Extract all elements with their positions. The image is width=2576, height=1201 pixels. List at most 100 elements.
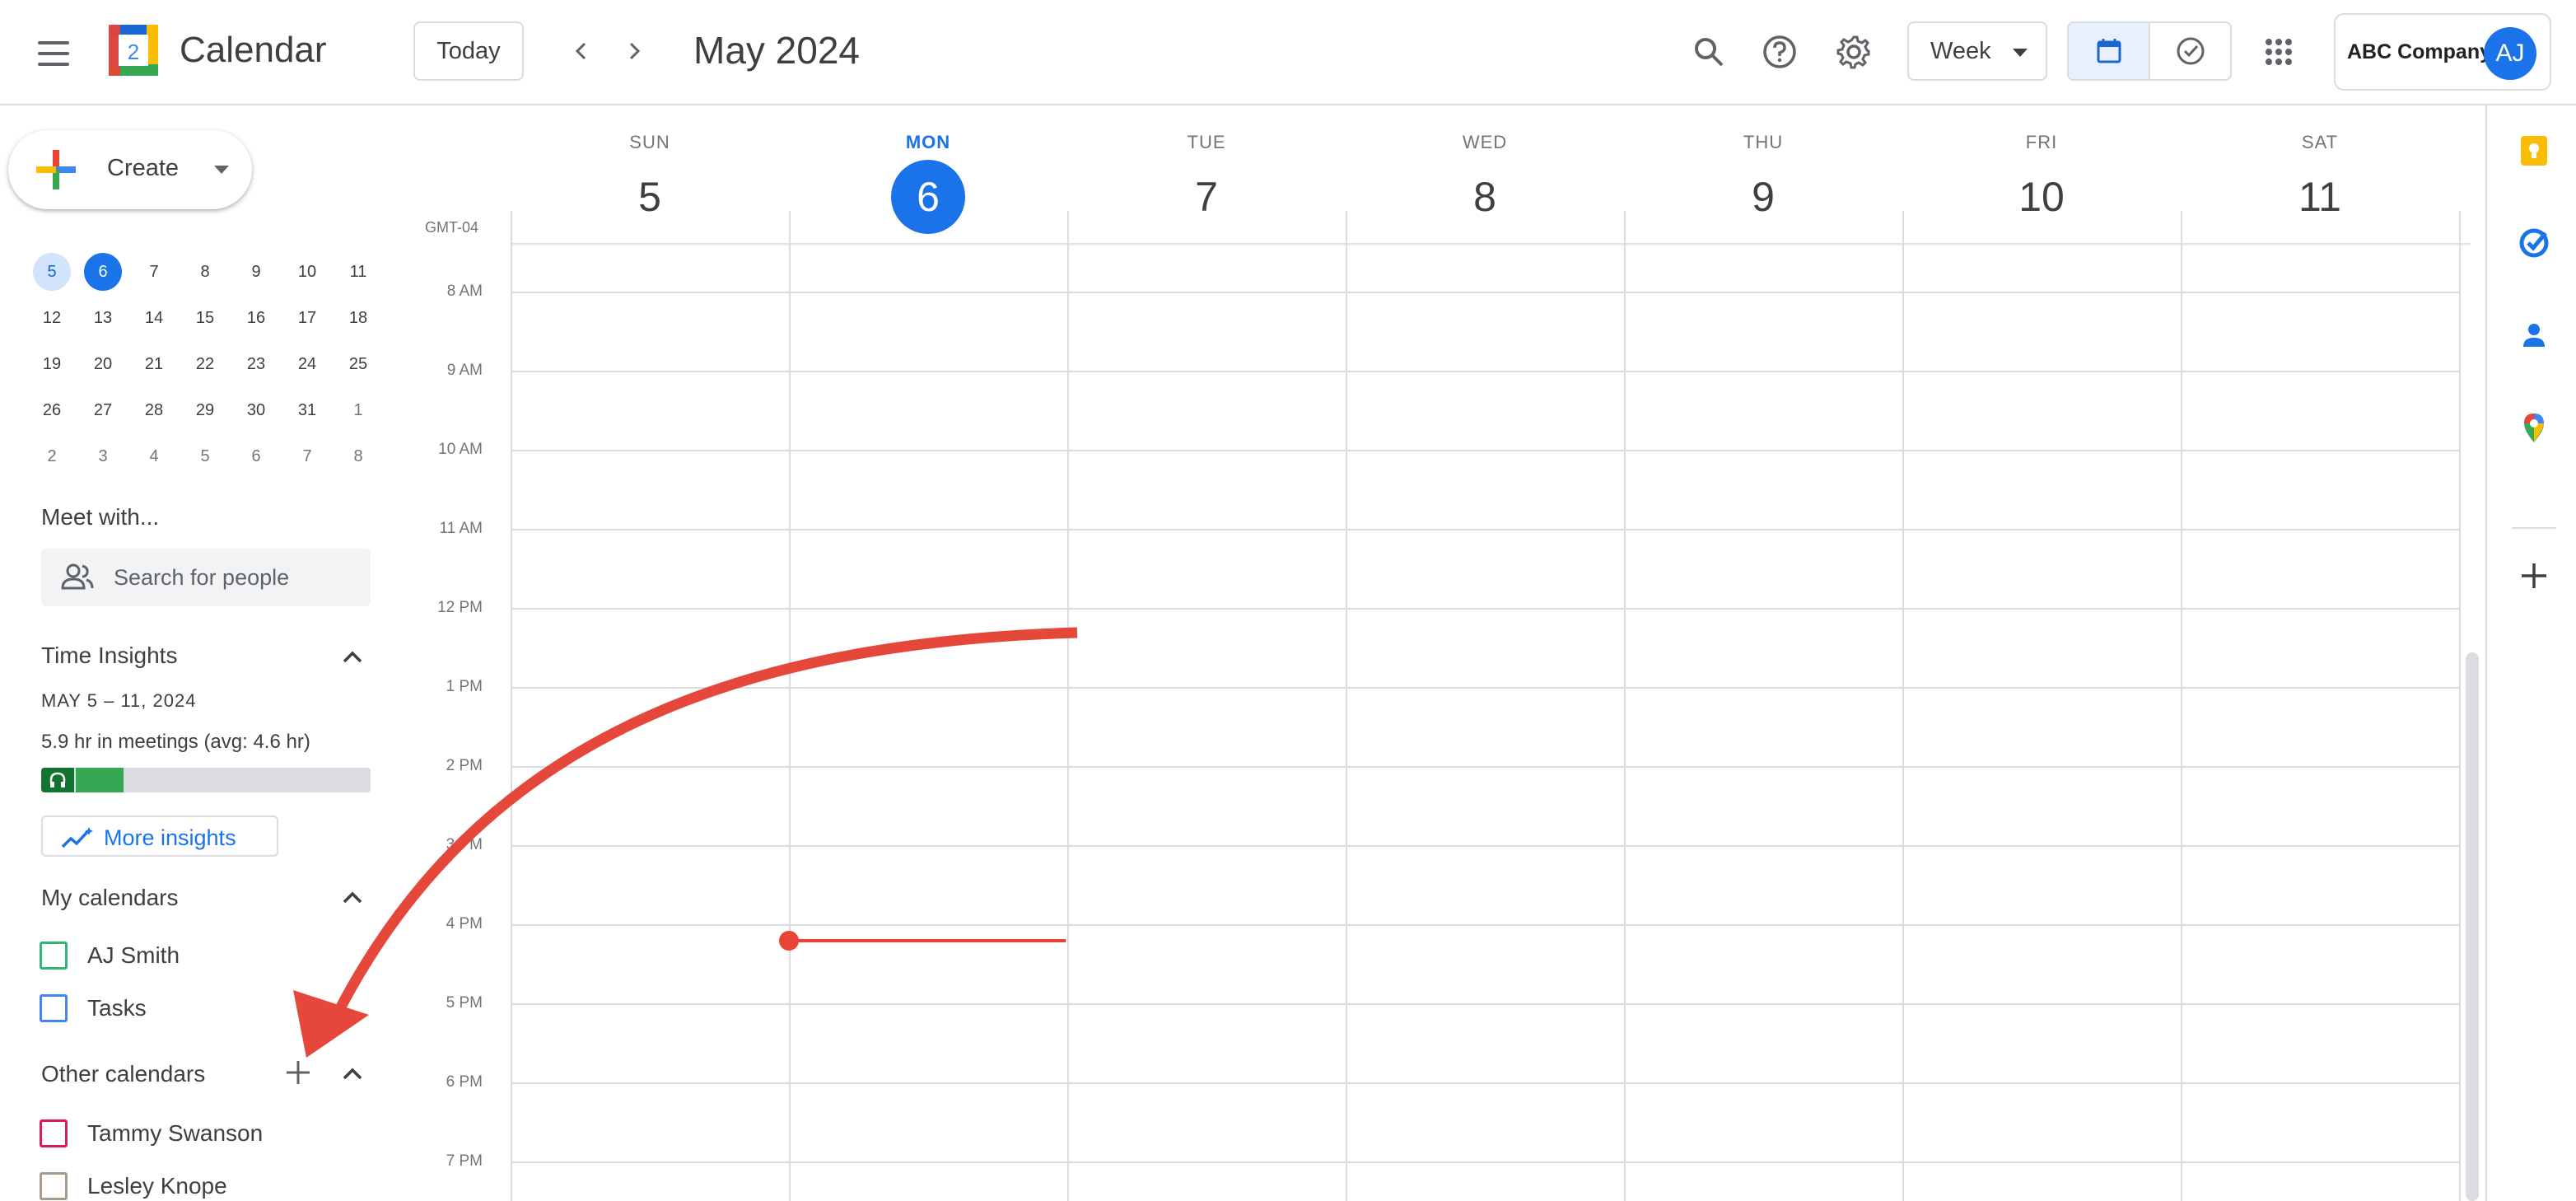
- mini-calendar-day-number: 3: [98, 446, 108, 465]
- calendar-view-toggle[interactable]: [2069, 23, 2150, 79]
- mini-calendar-day[interactable]: 6: [231, 433, 282, 479]
- mini-calendar-day[interactable]: 15: [180, 295, 231, 341]
- day-header-mon[interactable]: MON 6: [789, 132, 1067, 234]
- mini-calendar-day[interactable]: 25: [333, 341, 384, 387]
- today-button[interactable]: Today: [413, 21, 524, 81]
- mini-calendar-day[interactable]: 9: [231, 249, 282, 295]
- view-selector[interactable]: Week: [1907, 21, 2047, 81]
- dropdown-caret-icon: [2013, 49, 2028, 57]
- day-header-tue[interactable]: TUE 7: [1067, 132, 1346, 234]
- tasks-button[interactable]: [2512, 221, 2556, 265]
- grid-scrollbar[interactable]: [2466, 652, 2479, 1201]
- mini-calendar-day[interactable]: 30: [231, 387, 282, 433]
- mini-calendar-day[interactable]: 2: [26, 433, 77, 479]
- mini-calendar-day[interactable]: 14: [128, 295, 180, 341]
- mini-calendar-day[interactable]: 11: [333, 249, 384, 295]
- apps-button[interactable]: [2255, 28, 2303, 76]
- previous-week-button[interactable]: [560, 30, 603, 72]
- day-header-wed[interactable]: WED 8: [1346, 132, 1624, 234]
- mini-calendar-day[interactable]: 21: [128, 341, 180, 387]
- chevron-right-icon: [629, 42, 641, 60]
- mini-calendar-week: 19 20 21 22 23 24 25: [26, 341, 384, 387]
- calendar-checkbox[interactable]: [40, 942, 68, 970]
- create-button-label: Create: [107, 155, 180, 181]
- mini-calendar-day[interactable]: 17: [282, 295, 333, 341]
- hour-gridline: [511, 1161, 2459, 1163]
- mini-calendar-day-number: 15: [195, 308, 215, 327]
- mini-calendar-day[interactable]: 26: [26, 387, 77, 433]
- account-switcher[interactable]: ABC Company AJ: [2334, 13, 2551, 91]
- get-addons-button[interactable]: [2512, 554, 2556, 598]
- mini-calendar-day[interactable]: 7: [282, 433, 333, 479]
- calendar-checkbox[interactable]: [40, 994, 68, 1022]
- maps-button[interactable]: [2512, 405, 2556, 450]
- calendar-checkbox[interactable]: [40, 1119, 68, 1147]
- settings-button[interactable]: [1830, 28, 1878, 76]
- more-insights-button[interactable]: More insights: [41, 815, 278, 857]
- mini-calendar-day[interactable]: 13: [77, 295, 128, 341]
- contacts-icon: [2523, 324, 2545, 347]
- mini-calendar-day[interactable]: 6: [77, 249, 128, 295]
- day-header-fri[interactable]: FRI 10: [1902, 132, 2181, 234]
- people-icon: [61, 563, 94, 590]
- keep-button[interactable]: [2512, 129, 2556, 173]
- hour-label: 5 PM: [446, 994, 483, 1012]
- next-week-button[interactable]: [613, 30, 656, 72]
- day-number[interactable]: 9: [1726, 160, 1800, 234]
- mini-calendar-day[interactable]: 16: [231, 295, 282, 341]
- day-number[interactable]: 8: [1448, 160, 1522, 234]
- add-other-calendar-icon[interactable]: [283, 1058, 313, 1087]
- mini-calendar-day[interactable]: 10: [282, 249, 333, 295]
- mini-calendar-day[interactable]: 19: [26, 341, 77, 387]
- main-menu-icon[interactable]: [30, 30, 77, 77]
- mini-calendar-day[interactable]: 20: [77, 341, 128, 387]
- day-header-sat[interactable]: SAT 11: [2181, 132, 2459, 234]
- collapse-time-insights-icon[interactable]: [336, 641, 369, 674]
- mini-calendar-day[interactable]: 12: [26, 295, 77, 341]
- mini-calendar-day[interactable]: 7: [128, 249, 180, 295]
- mini-calendar-day[interactable]: 8: [333, 433, 384, 479]
- calendar-icon: [2097, 39, 2121, 63]
- mini-calendar-day[interactable]: 27: [77, 387, 128, 433]
- day-header-sun[interactable]: SUN 5: [511, 132, 789, 234]
- day-number[interactable]: 5: [613, 160, 687, 234]
- calendar-checkbox[interactable]: [40, 1172, 68, 1200]
- calendar-item-aj-smith[interactable]: AJ Smith: [40, 939, 180, 972]
- calendar-name: Lesley Knope: [87, 1173, 227, 1199]
- help-button[interactable]: [1756, 28, 1804, 76]
- collapse-other-calendars-icon[interactable]: [336, 1058, 369, 1091]
- day-number[interactable]: 11: [2283, 160, 2357, 234]
- mini-calendar-day[interactable]: 5: [26, 249, 77, 295]
- mini-calendar-day[interactable]: 18: [333, 295, 384, 341]
- mini-calendar-day[interactable]: 23: [231, 341, 282, 387]
- create-button[interactable]: Create: [8, 130, 252, 209]
- search-people-input[interactable]: Search for people: [41, 549, 371, 606]
- mini-calendar-day-number: 10: [297, 262, 317, 281]
- calendar-item-tasks[interactable]: Tasks: [40, 992, 147, 1025]
- mini-calendar-day[interactable]: 8: [180, 249, 231, 295]
- contacts-button[interactable]: [2512, 313, 2556, 357]
- mini-calendar-day[interactable]: 22: [180, 341, 231, 387]
- mini-calendar-day[interactable]: 5: [180, 433, 231, 479]
- mini-calendar-day[interactable]: 31: [282, 387, 333, 433]
- hour-label: 12 PM: [437, 599, 483, 616]
- mini-calendar-day[interactable]: 28: [128, 387, 180, 433]
- day-column-divider: [511, 211, 512, 1201]
- mini-calendar-day[interactable]: 3: [77, 433, 128, 479]
- day-number[interactable]: 7: [1169, 160, 1244, 234]
- mini-calendar-day[interactable]: 24: [282, 341, 333, 387]
- tasks-view-toggle[interactable]: [2150, 23, 2230, 79]
- day-number[interactable]: 10: [2004, 160, 2079, 234]
- insights-time-bar[interactable]: [41, 768, 371, 792]
- search-button[interactable]: [1685, 28, 1733, 76]
- mini-calendar-day[interactable]: 4: [128, 433, 180, 479]
- collapse-my-calendars-icon[interactable]: [336, 881, 369, 914]
- day-number[interactable]: 6: [891, 160, 965, 234]
- mini-calendar-day[interactable]: 29: [180, 387, 231, 433]
- day-header-thu[interactable]: THU 9: [1624, 132, 1902, 234]
- mini-calendar-day-number: 16: [246, 308, 266, 327]
- focus-time-segment: [41, 768, 74, 792]
- mini-calendar-day[interactable]: 1: [333, 387, 384, 433]
- calendar-item-lesley-knope[interactable]: Lesley Knope: [40, 1170, 227, 1201]
- calendar-item-tammy-swanson[interactable]: Tammy Swanson: [40, 1117, 263, 1150]
